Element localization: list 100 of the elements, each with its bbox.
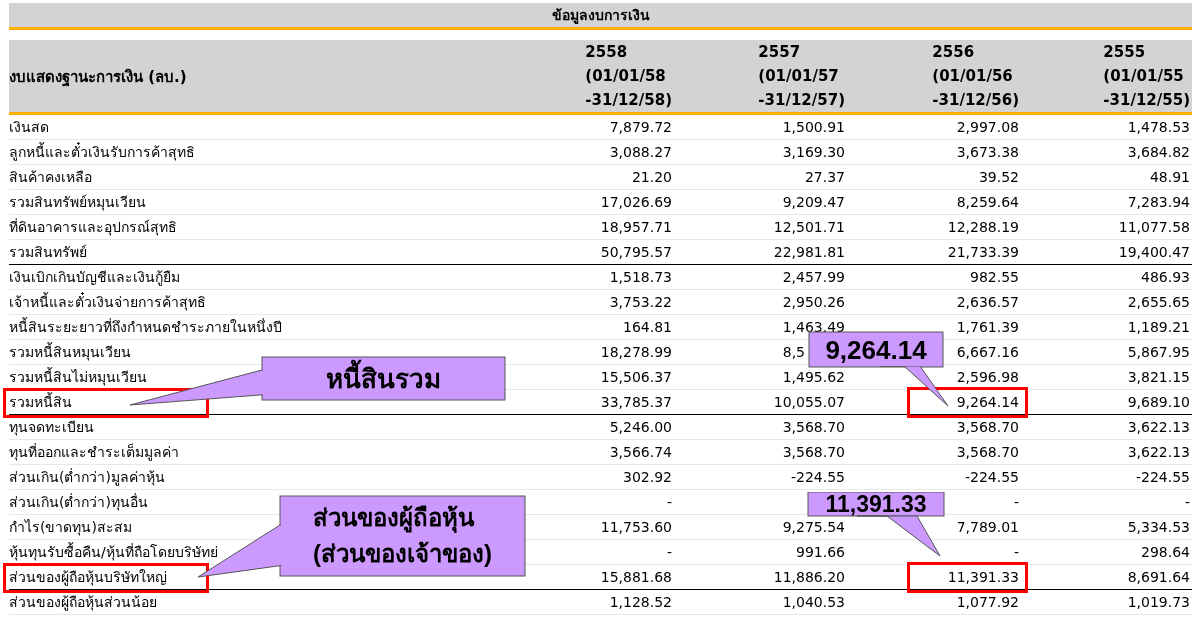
table-cell-text: 1,077.92 — [956, 592, 1019, 612]
table-cell-text: 18,278.99 — [600, 342, 672, 362]
table-cell-text: 3,566.74 — [609, 442, 672, 462]
table-cell-text: 2,596.98 — [956, 367, 1019, 387]
table-cell-text: 1,518.73 — [609, 267, 672, 287]
table-cell-text: 1,500.91 — [782, 117, 845, 137]
table-cell-text: 3,568.70 — [782, 417, 845, 437]
table-cell-text: 12,501.71 — [773, 217, 845, 237]
row-label: ลูกหนี้และตั๋วเงินรับการค้าสุทธิ — [9, 141, 195, 163]
table-cell-text: 9,689.10 — [1127, 392, 1190, 412]
column-header: 2557 (01/01/57 -31/12/57) — [757, 42, 846, 111]
table-cell-text: - — [666, 542, 672, 562]
table-cell-text: 1,128.52 — [609, 592, 672, 612]
row-label: ที่ดินอาคารและอุปกรณ์สุทธิ — [9, 217, 177, 238]
table-cell-text: 8,691.64 — [1127, 567, 1190, 587]
table-cell-text: 3,568.70 — [956, 442, 1019, 462]
row-label: หนี้สินระยะยาวที่ถึงกำหนดชำระภายในหนึ่งปี — [9, 316, 282, 337]
table-cell-text: -224.55 — [964, 467, 1019, 487]
table-cell-text: 2,655.65 — [1127, 292, 1190, 312]
table-cell-text: 3,753.22 — [609, 292, 672, 312]
table-cell-text: 3,088.27 — [609, 142, 672, 162]
table-cell-text: 164.81 — [623, 317, 672, 337]
table-cell-text: 1,019.73 — [1127, 592, 1190, 612]
table-cell-text: 7,879.72 — [609, 117, 672, 137]
table-cell-text: 8,259.64 — [956, 192, 1019, 212]
table-cell-text: 1,478.53 — [1127, 117, 1190, 137]
table-cell-text: 39.52 — [978, 167, 1019, 187]
row-label: เงินเบิกเกินบัญชีและเงินกู้ยืม — [9, 267, 180, 288]
table-cell-text: 17,026.69 — [600, 192, 672, 212]
table-cell-text: 21.20 — [631, 167, 672, 187]
row-label: ส่วนของผู้ถือหุ้นบริษัทใหญ่ — [9, 567, 167, 588]
table-cell-text: 22,981.81 — [773, 242, 845, 262]
table-cell-text: 8,5 — [782, 342, 805, 362]
table-cell-text: 2,997.08 — [956, 117, 1019, 137]
table-cell-text: 15,506.37 — [600, 367, 672, 387]
table-cell-text: 2,636.57 — [956, 292, 1019, 312]
table-cell-text: 486.93 — [1141, 267, 1190, 287]
table-cell-text: - — [1013, 542, 1019, 562]
table-cell-text: 19,400.47 — [1118, 242, 1190, 262]
table-cell-text: 5,334.53 — [1127, 517, 1190, 537]
row-label: สินค้าคงเหลือ — [9, 167, 92, 187]
table-cell-text: 302.92 — [623, 467, 672, 487]
column-header: 2556 (01/01/56 -31/12/56) — [931, 42, 1020, 111]
table-cell-text: 9,275.54 — [782, 517, 845, 537]
table-cell-text: 48.91 — [1149, 167, 1190, 187]
table-title: ข้อมูลงบการเงิน — [9, 3, 1192, 30]
row-label: รวมหนี้สินหมุนเวียน — [9, 341, 131, 363]
table-cell-text: 1,040.53 — [782, 592, 845, 612]
table-cell-text: 27.37 — [804, 167, 845, 187]
row-label: รวมสินทรัพย์หมุนเวียน — [9, 192, 146, 213]
column-header: งบแสดงฐานะการเงิน (ลบ.) — [9, 66, 188, 89]
table-cell-text: 991.66 — [796, 542, 845, 562]
table-cell-text: - — [666, 492, 672, 512]
table-cell-text: - — [1013, 492, 1019, 512]
row-label: ส่วนเกิน(ต่ำกว่า)มูลค่าหุ้น — [9, 467, 165, 488]
column-header: 2555 (01/01/55 -31/12/55) — [1102, 42, 1191, 111]
table-cell-text: 982.55 — [970, 267, 1019, 287]
table-cell-text: - — [1184, 492, 1190, 512]
table-cell-text: 3,568.70 — [956, 417, 1019, 437]
table-cell-text: 6,667.16 — [956, 342, 1019, 362]
table-cell-text: 9,264.14 — [956, 392, 1019, 412]
row-label: ทุนที่ออกและชำระเต็มมูลค่า — [9, 442, 179, 463]
table-cell-text: 3,169.30 — [782, 142, 845, 162]
table-cell-text: 3,568.70 — [782, 442, 845, 462]
table-cell-text: -224.55 — [1135, 467, 1190, 487]
table-cell-text: 1,495.62 — [782, 367, 845, 387]
row-label: ส่วนเกิน(ต่ำกว่า)ทุนอื่น — [9, 492, 148, 513]
row-label: กำไร(ขาดทุน)สะสม — [9, 517, 132, 538]
row-label: หุ้นทุนรับซื้อคืน/หุ้นที่ถือโดยบริษัทย่ — [9, 541, 218, 563]
table-cell-text: 3,673.38 — [956, 142, 1019, 162]
table-cell-text: 15,881.68 — [600, 567, 672, 587]
table-cell-text: 50,795.57 — [600, 242, 672, 262]
table-cell-text: 7,283.94 — [1127, 192, 1190, 212]
table-cell-text: 11,077.58 — [1118, 217, 1190, 237]
table-cell-text: 18,957.71 — [600, 217, 672, 237]
row-label: เจ้าหนี้และตั๋วเงินจ่ายการค้าสุทธิ — [9, 291, 206, 313]
row-label: ส่วนของผู้ถือหุ้นส่วนน้อย — [9, 592, 157, 613]
row-label: รวมหนี้สิน — [9, 391, 72, 412]
table-cell-text: 2,457.99 — [782, 267, 845, 287]
row-label: ทุนจดทะเบียน — [9, 417, 94, 438]
table-cell-text: 9,209.47 — [782, 192, 845, 212]
table-cell-text: 1,761.39 — [956, 317, 1019, 337]
table-cell-text: 3,622.13 — [1127, 442, 1190, 462]
row-label: เงินสด — [9, 117, 49, 137]
table-cell-text: 11,391.33 — [947, 567, 1019, 587]
table-cell-text: 11,886.20 — [773, 567, 845, 587]
table-cell-text: 1,463.49 — [782, 317, 845, 337]
table-cell-text: -224.55 — [790, 467, 845, 487]
table-cell-text: 3,821.15 — [1127, 367, 1190, 387]
table-cell-text: 21,733.39 — [947, 242, 1019, 262]
table-cell-text: 298.64 — [1141, 542, 1190, 562]
row-label: รวมหนี้สินไม่หมุนเวียน — [9, 366, 147, 388]
table-cell-text: 7,789.01 — [956, 517, 1019, 537]
table-cell-text: 33,785.37 — [600, 392, 672, 412]
table-cell-text: 3,684.82 — [1127, 142, 1190, 162]
table-cell-text: 11,753.60 — [600, 517, 672, 537]
table-cell-text: 3,622.13 — [1127, 417, 1190, 437]
table-cell-text: 5,867.95 — [1127, 342, 1190, 362]
table-cell-text: 12,288.19 — [947, 217, 1019, 237]
table-cell-text: 5,246.00 — [609, 417, 672, 437]
